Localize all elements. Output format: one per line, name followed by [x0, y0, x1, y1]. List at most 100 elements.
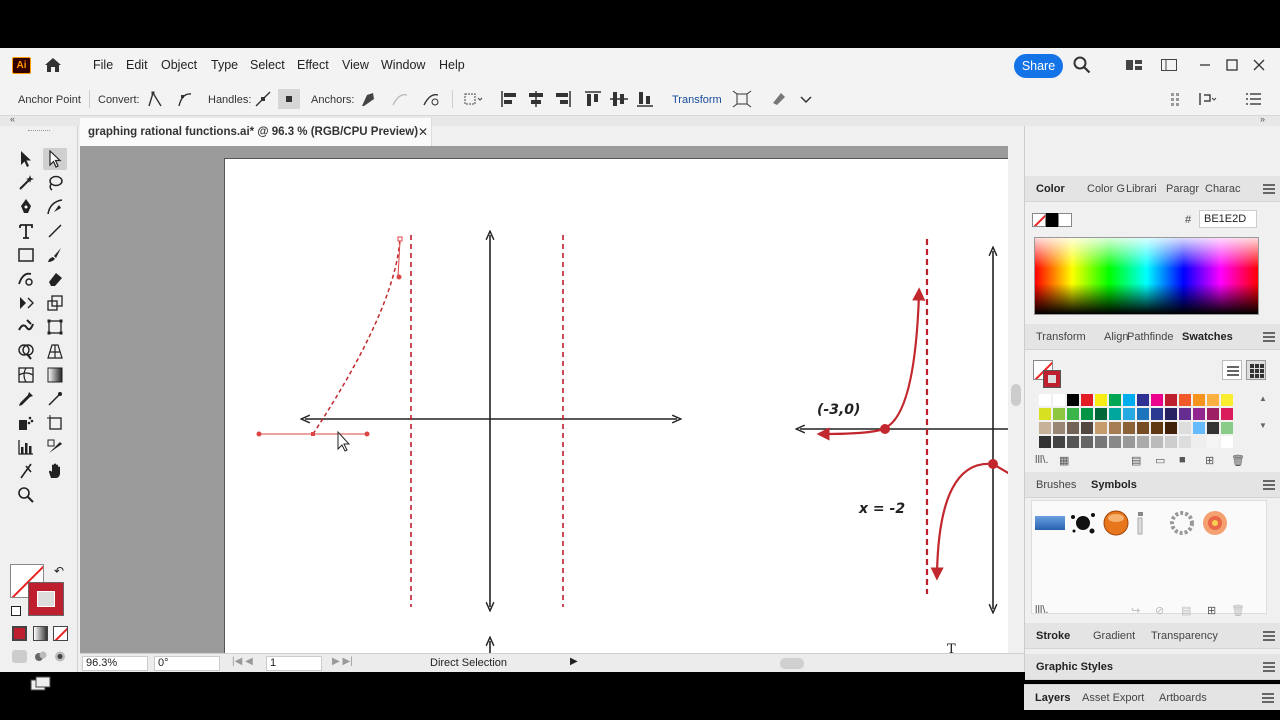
tab-paragraph[interactable]: Paragr — [1166, 183, 1199, 195]
tab-pathfinder[interactable]: Pathfinde — [1127, 331, 1173, 343]
shaper-tool-icon[interactable] — [14, 268, 38, 290]
artboard[interactable]: (-3,0) x = -2 T — [224, 158, 1008, 653]
stroke-swatch[interactable] — [28, 582, 64, 616]
symbol-flower[interactable] — [1200, 509, 1230, 537]
swatch-2-9[interactable] — [1165, 422, 1177, 434]
swatch-0-4[interactable] — [1095, 394, 1107, 406]
swatch-2-13[interactable] — [1221, 422, 1233, 434]
trash-icon[interactable]: 🗑 — [1231, 454, 1245, 467]
menu-effect[interactable]: Effect — [297, 58, 329, 72]
swatch-2-10[interactable] — [1179, 422, 1191, 434]
swatch-2-11[interactable] — [1193, 422, 1205, 434]
tab-transparency[interactable]: Transparency — [1151, 630, 1218, 642]
line-tool-icon[interactable] — [43, 220, 67, 242]
swatch-0-9[interactable] — [1165, 394, 1177, 406]
color-group-icon[interactable]: ▭ — [1155, 454, 1165, 467]
swatch-2-2[interactable] — [1067, 422, 1079, 434]
handle-point[interactable] — [364, 431, 370, 437]
white-swatch[interactable] — [1058, 213, 1072, 227]
arrange-documents-icon[interactable] — [1125, 56, 1143, 74]
swatch-0-8[interactable] — [1151, 394, 1163, 406]
panel-menu-icon[interactable] — [1263, 662, 1275, 672]
document-tab[interactable]: graphing rational functions.ai* @ 96.3 %… — [80, 118, 432, 146]
show-handles-icon[interactable] — [252, 89, 274, 109]
folder-icon[interactable]: ■ — [1179, 454, 1186, 466]
panel-menu-icon[interactable] — [1263, 480, 1275, 490]
align-middle-icon[interactable] — [608, 89, 630, 109]
pen-tool-icon[interactable] — [14, 196, 38, 218]
tab-artboards[interactable]: Artboards — [1159, 692, 1207, 704]
swatch-3-3[interactable] — [1081, 436, 1093, 448]
default-fill-stroke-icon[interactable] — [11, 606, 21, 616]
swatch-3-12[interactable] — [1207, 436, 1219, 448]
menu-help[interactable]: Help — [439, 58, 465, 72]
rotate-tool-icon[interactable] — [14, 292, 38, 314]
search-icon[interactable] — [1073, 56, 1091, 74]
tab-symbols[interactable]: Symbols — [1091, 479, 1137, 491]
black-swatch[interactable] — [1046, 213, 1058, 227]
convert-corner-icon[interactable] — [144, 89, 166, 109]
new-swatch-icon[interactable]: ⊞ — [1205, 454, 1214, 467]
gradient-tool-icon[interactable] — [43, 364, 67, 386]
swatch-1-11[interactable] — [1193, 408, 1205, 420]
swatch-2-3[interactable] — [1081, 422, 1093, 434]
symbol-orange-button[interactable] — [1101, 509, 1131, 537]
tab-layers[interactable]: Layers — [1035, 692, 1070, 704]
fill-stroke-indicator[interactable] — [1033, 360, 1063, 390]
selection-tool-icon[interactable] — [14, 148, 38, 170]
share-button[interactable]: Share — [1014, 54, 1063, 78]
rectangle-tool-icon[interactable] — [14, 244, 38, 266]
intercept-point[interactable] — [988, 459, 998, 469]
workspace-icon[interactable] — [1160, 56, 1178, 74]
zoom-tool-icon[interactable] — [14, 484, 38, 506]
intercept-point[interactable] — [880, 424, 890, 434]
swap-fill-stroke-icon[interactable]: ↶ — [54, 564, 64, 578]
align-to-dropdown-icon[interactable] — [462, 89, 484, 109]
swatch-1-3[interactable] — [1081, 408, 1093, 420]
swatch-1-12[interactable] — [1207, 408, 1219, 420]
maximize-icon[interactable] — [1223, 56, 1241, 74]
vertical-scrollbar[interactable] — [1008, 146, 1024, 653]
swatch-0-5[interactable] — [1109, 394, 1121, 406]
asymptote-label[interactable]: x = -2 — [858, 501, 905, 517]
column-graph-icon[interactable] — [14, 436, 38, 458]
remove-anchor-icon[interactable] — [357, 89, 379, 109]
point-label[interactable]: (-3,0) — [817, 402, 860, 418]
swatch-3-2[interactable] — [1067, 436, 1079, 448]
tab-brushes[interactable]: Brushes — [1036, 479, 1076, 491]
trash-icon[interactable]: 🗑 — [1231, 604, 1245, 617]
menu-type[interactable]: Type — [211, 58, 238, 72]
swatch-3-7[interactable] — [1137, 436, 1149, 448]
none-mode-icon[interactable] — [53, 626, 68, 641]
swatch-0-3[interactable] — [1081, 394, 1093, 406]
swatch-1-0[interactable] — [1039, 408, 1051, 420]
swatch-2-12[interactable] — [1207, 422, 1219, 434]
none-swatch-icon[interactable] — [1032, 213, 1046, 227]
slice-tool-icon[interactable] — [43, 436, 67, 458]
menu-view[interactable]: View — [342, 58, 369, 72]
swatch-1-1[interactable] — [1053, 408, 1065, 420]
curve-right-branch[interactable] — [930, 462, 1008, 581]
isolate-icon[interactable] — [731, 89, 753, 109]
swatch-2-5[interactable] — [1109, 422, 1121, 434]
eyedropper-icon[interactable] — [14, 388, 38, 410]
menu-select[interactable]: Select — [250, 58, 285, 72]
swatch-3-8[interactable] — [1151, 436, 1163, 448]
swatch-3-1[interactable] — [1053, 436, 1065, 448]
swatch-3-10[interactable] — [1179, 436, 1191, 448]
tab-character[interactable]: Charac — [1205, 183, 1240, 195]
anchor-point[interactable] — [397, 236, 403, 242]
swatch-1-4[interactable] — [1095, 408, 1107, 420]
anchor-point[interactable] — [311, 432, 315, 436]
transform-link[interactable]: Transform — [672, 94, 722, 106]
panel-menu-icon[interactable] — [1263, 332, 1275, 342]
lasso-icon[interactable] — [43, 172, 67, 194]
swatch-2-8[interactable] — [1151, 422, 1163, 434]
swatch-1-6[interactable] — [1123, 408, 1135, 420]
artboard-number-field[interactable]: 1 — [266, 656, 322, 671]
connect-anchors-icon[interactable] — [389, 89, 411, 109]
break-link-icon[interactable]: ⊘ — [1155, 604, 1164, 617]
show-kinds-icon[interactable]: ▦ — [1059, 454, 1069, 467]
swatch-1-8[interactable] — [1151, 408, 1163, 420]
swatch-3-6[interactable] — [1123, 436, 1135, 448]
